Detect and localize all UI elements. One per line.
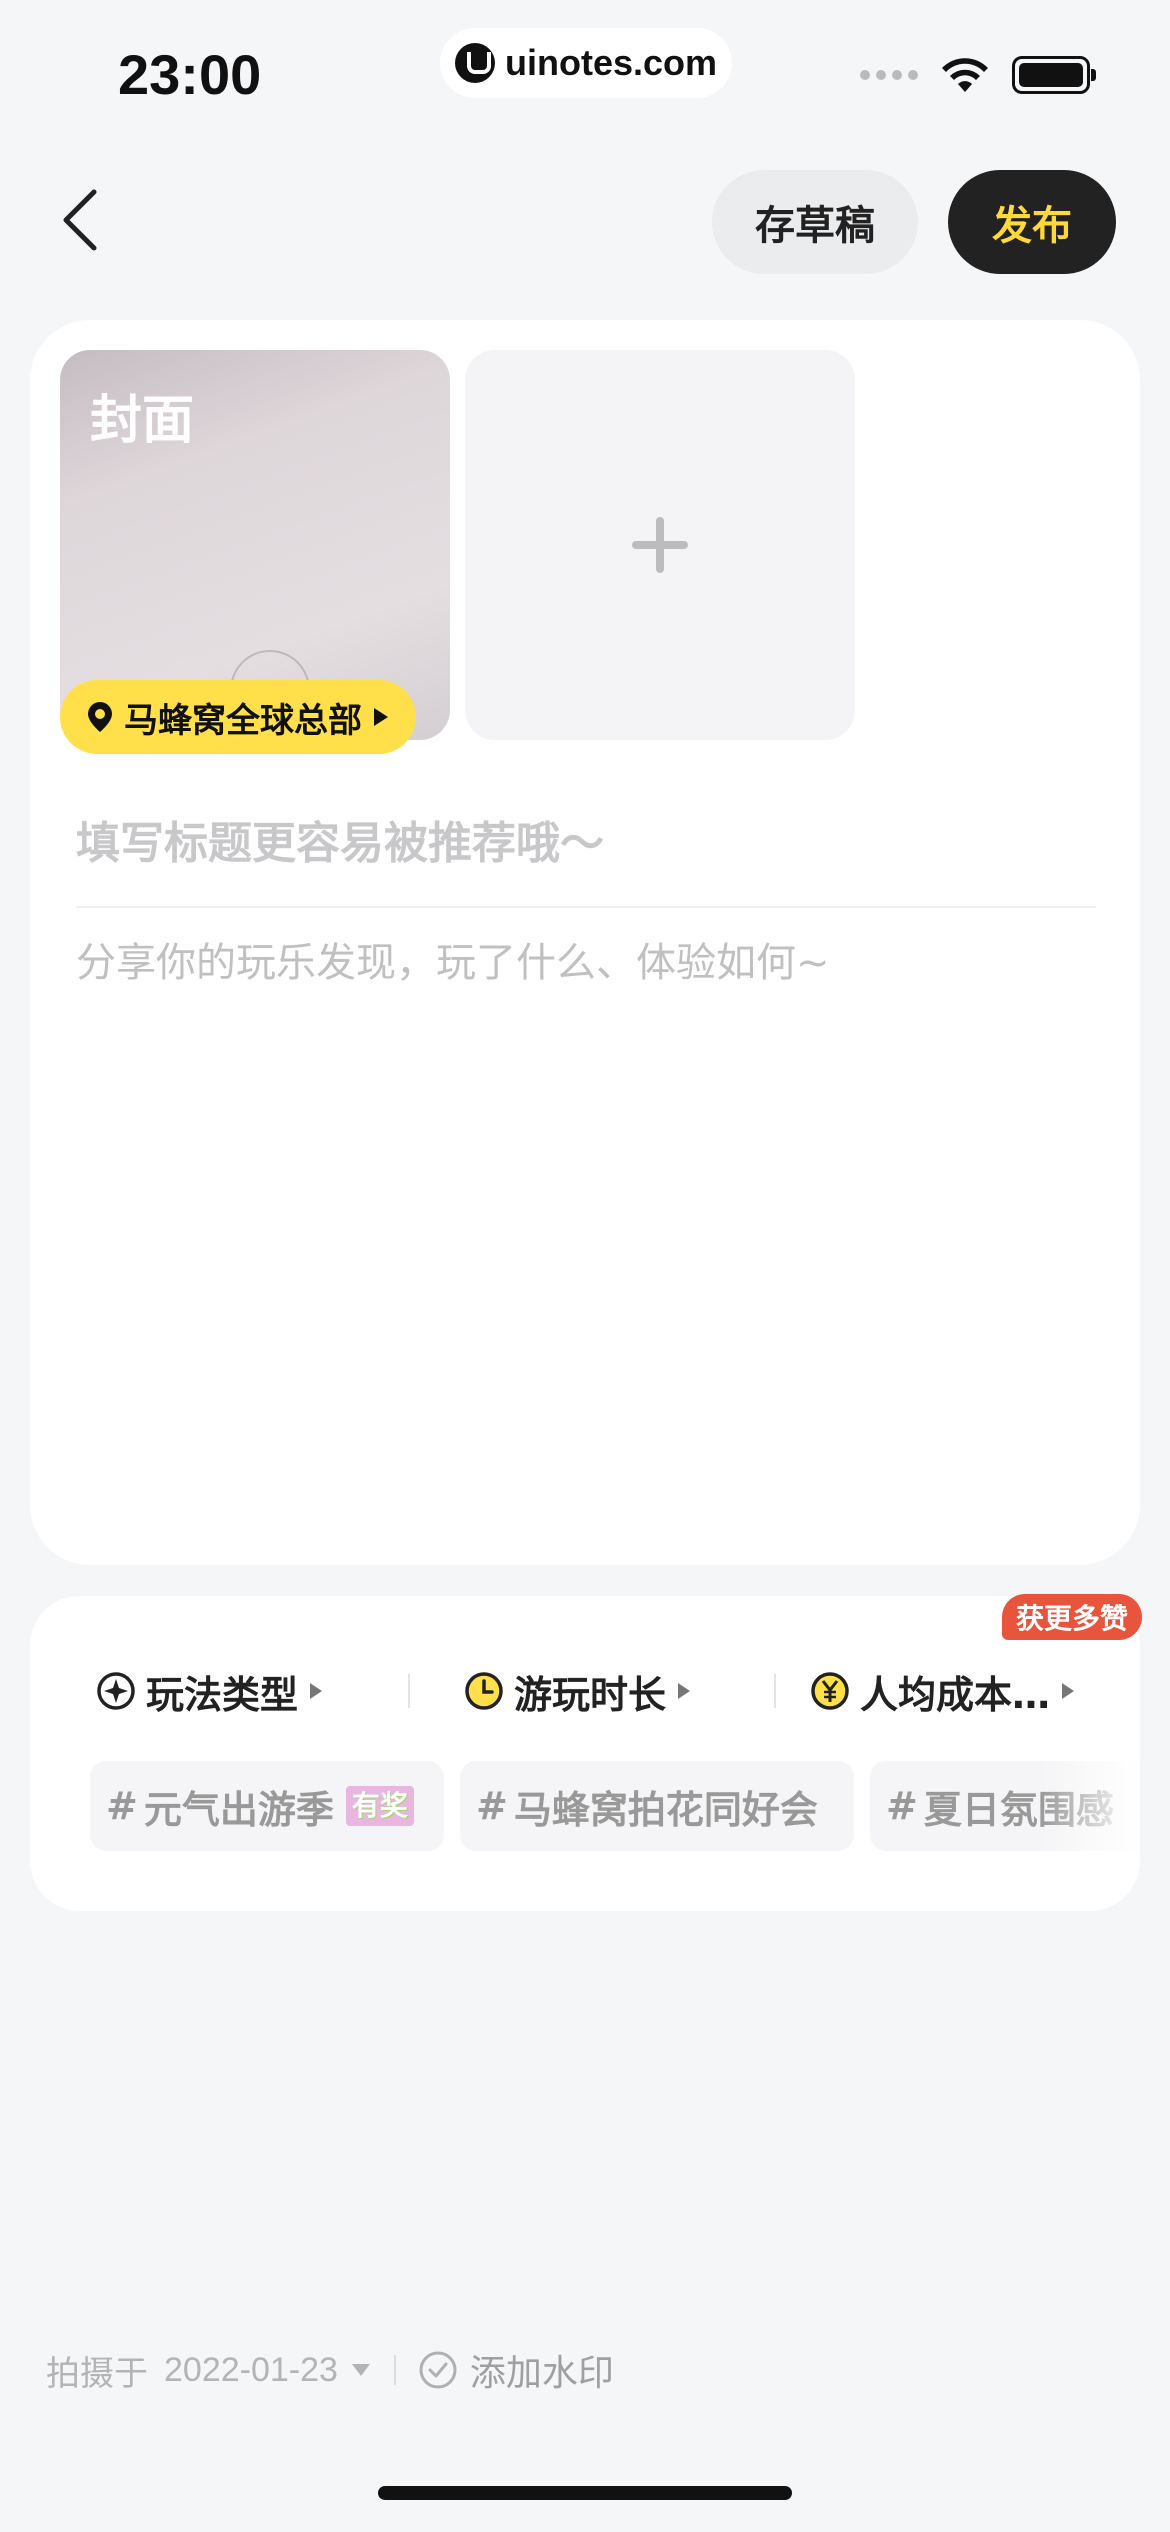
separator	[774, 1674, 776, 1708]
option-label: 人均成本…	[860, 1672, 1051, 1717]
publish-button[interactable]: 发布	[948, 170, 1116, 274]
editor-card: 封面 马蜂窝全球总部	[30, 320, 1140, 1565]
location-pin-icon	[88, 702, 112, 732]
body-textarea[interactable]	[76, 930, 1096, 1490]
plus-icon	[632, 517, 688, 573]
fade-overlay	[1040, 1761, 1140, 1851]
play-arrow-icon	[1062, 1683, 1075, 1699]
topic-chip[interactable]: # 马蜂窝拍花同好会	[460, 1761, 854, 1851]
hash-icon: #	[106, 1784, 138, 1828]
separator	[408, 1674, 410, 1708]
check-circle-icon	[419, 2351, 457, 2389]
options-card: 获更多赞 玩法类型 游玩时长 人均成本… # 元气出游季 有奖 # 马蜂窝拍花同…	[30, 1594, 1142, 1911]
add-watermark-toggle[interactable]: 添加水印	[418, 2344, 614, 2396]
location-tag[interactable]: 马蜂窝全球总部	[60, 680, 416, 754]
option-duration[interactable]: 游玩时长	[464, 1656, 692, 1726]
battery-icon	[1012, 56, 1096, 94]
topic-chip[interactable]: # 元气出游季 有奖	[90, 1761, 444, 1851]
topic-list: # 元气出游季 有奖 # 马蜂窝拍花同好会 # 夏日氛围感	[90, 1761, 1140, 1851]
option-play-type[interactable]: 玩法类型	[96, 1656, 324, 1726]
hash-icon: #	[886, 1784, 918, 1828]
option-label: 游玩时长	[514, 1672, 667, 1717]
play-arrow-icon	[374, 708, 388, 726]
shot-date: 2022-01-23	[164, 2350, 338, 2389]
divider	[76, 906, 1096, 908]
add-photo-button[interactable]	[465, 350, 855, 740]
status-icons	[860, 56, 1096, 94]
url-pill: uinotes.com	[440, 28, 732, 98]
signal-icon	[860, 70, 918, 80]
wifi-icon	[942, 58, 988, 92]
home-indicator[interactable]	[378, 2486, 792, 2500]
option-cost[interactable]: 人均成本…	[810, 1656, 1076, 1726]
separator	[393, 2355, 396, 2385]
status-bar: 23:00 uinotes.com	[0, 0, 1170, 140]
footer-bar: 拍摄于 2022-01-23 添加水印	[46, 2340, 614, 2400]
compass-icon	[97, 1672, 135, 1710]
shot-date-selector[interactable]: 拍摄于 2022-01-23	[46, 2346, 372, 2395]
topic-label: 元气出游季	[143, 1787, 334, 1832]
play-arrow-icon	[310, 1683, 323, 1699]
url-text: uinotes.com	[504, 42, 718, 83]
site-logo-icon	[454, 43, 495, 83]
option-label: 玩法类型	[146, 1672, 299, 1717]
reward-badge: 获更多赞	[1001, 1594, 1142, 1640]
topic-label: 马蜂窝拍花同好会	[513, 1787, 818, 1832]
back-button[interactable]	[60, 185, 120, 255]
hash-icon: #	[476, 1784, 508, 1828]
caret-down-icon	[351, 2364, 370, 2376]
watermark-label: 添加水印	[469, 2353, 614, 2394]
location-label: 马蜂窝全球总部	[124, 700, 362, 741]
status-time: 23:00	[118, 43, 262, 106]
title-input[interactable]	[76, 798, 1096, 888]
chevron-left-icon	[63, 189, 97, 251]
prize-badge: 有奖	[345, 1786, 414, 1826]
yuan-icon	[811, 1672, 849, 1710]
clock-icon	[465, 1672, 503, 1710]
shot-prefix: 拍摄于	[46, 2353, 148, 2394]
play-arrow-icon	[678, 1683, 691, 1699]
save-draft-button[interactable]: 存草稿	[712, 170, 918, 274]
cover-label: 封面	[90, 391, 195, 451]
